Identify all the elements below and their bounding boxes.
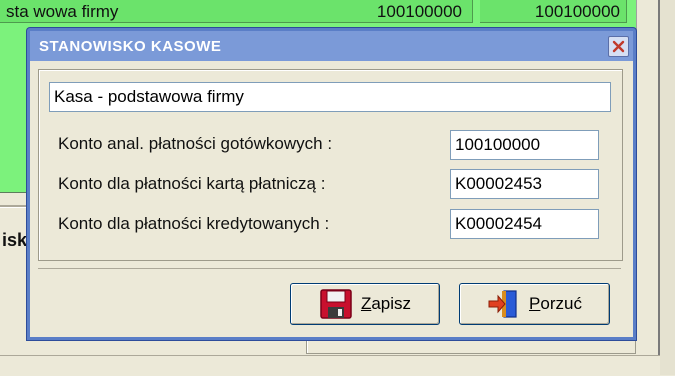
fields-group: Kasa - podstawowa firmy Konto anal. płat… bbox=[38, 69, 623, 261]
grid-cell-name[interactable]: sta wowa firmy bbox=[0, 0, 327, 23]
dialog-title-bar[interactable]: STANOWISKO KASOWE bbox=[30, 31, 633, 61]
cash-account-field[interactable]: 100100000 bbox=[450, 130, 599, 160]
credit-account-field[interactable]: K00002454 bbox=[450, 209, 599, 239]
button-row: Zapisz Porzuć bbox=[38, 268, 621, 333]
credit-account-label: Konto dla płatności kredytowanych : bbox=[58, 214, 330, 233]
cancel-button-label: Porzuć bbox=[529, 294, 582, 313]
close-button[interactable] bbox=[608, 36, 629, 57]
card-account-label: Konto dla płatności kartą płatniczą : bbox=[58, 174, 326, 193]
card-account-field[interactable]: K00002453 bbox=[450, 169, 599, 199]
cancel-button[interactable]: Porzuć bbox=[459, 283, 610, 325]
status-area bbox=[0, 355, 660, 376]
cash-account-label: Konto anal. płatności gotówkowych : bbox=[58, 134, 333, 153]
close-icon bbox=[612, 40, 625, 53]
window-edge bbox=[658, 0, 675, 375]
exit-door-icon bbox=[488, 290, 517, 318]
station-name-field[interactable]: Kasa - podstawowa firmy bbox=[49, 82, 611, 112]
stanowisko-kasowe-dialog: STANOWISKO KASOWE Kasa - podstawowa firm… bbox=[27, 28, 636, 340]
grid-cell-account-1[interactable]: 100100000 bbox=[322, 0, 473, 23]
floppy-disk-icon bbox=[320, 289, 352, 319]
save-button[interactable]: Zapisz bbox=[290, 283, 440, 325]
save-button-label: Zapisz bbox=[360, 294, 412, 313]
grid-cell-account-2[interactable]: 100100000 bbox=[480, 0, 627, 23]
dialog-title: STANOWISKO KASOWE bbox=[39, 38, 222, 55]
background-label: isk bbox=[2, 230, 28, 250]
dialog-content: Kasa - podstawowa firmy Konto anal. płat… bbox=[30, 61, 633, 337]
vertical-scrollbar[interactable] bbox=[636, 0, 659, 340]
